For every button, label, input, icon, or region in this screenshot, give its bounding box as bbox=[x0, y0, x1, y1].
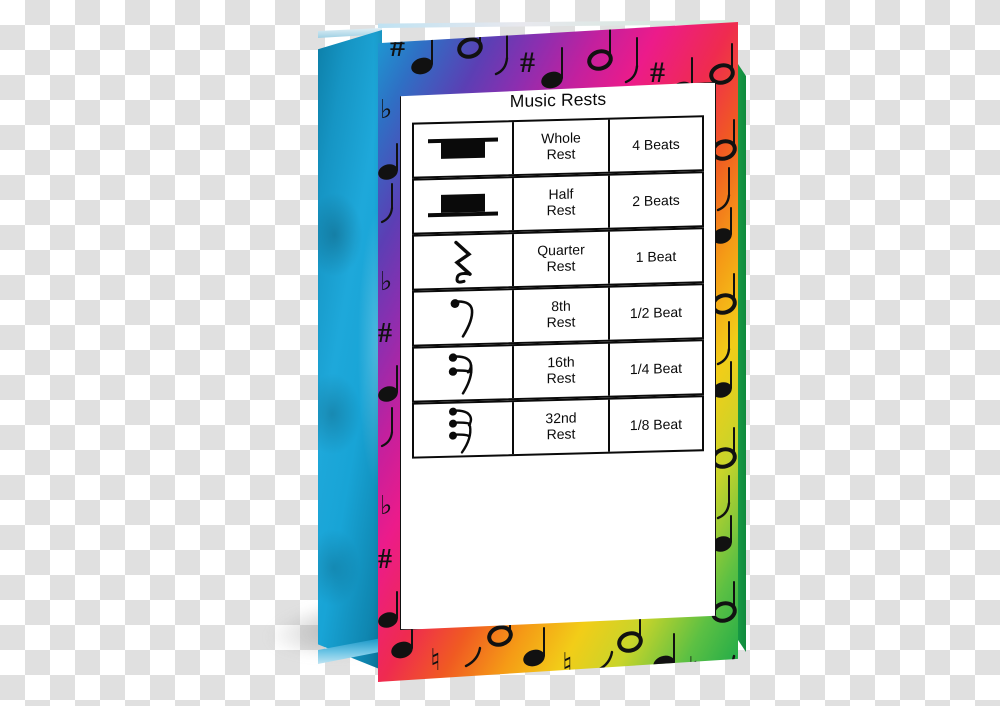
quarter-note-icon bbox=[541, 47, 563, 89]
flat-sign-icon: ♭ bbox=[380, 95, 392, 124]
sharp-sign-icon: # bbox=[520, 46, 535, 79]
canvas-preview-stage: # # # ♭ ♭ # ♭ # ♮ ♮ ♮ Music Rests Whole … bbox=[0, 0, 1000, 706]
quarter-note-icon bbox=[378, 365, 398, 402]
quarter-note-icon bbox=[378, 591, 398, 628]
quarter-note-icon bbox=[523, 627, 545, 667]
svg-text:#: # bbox=[378, 318, 392, 349]
eighth-note-icon bbox=[718, 654, 736, 676]
eighth-note-icon bbox=[716, 167, 731, 212]
svg-text:♮: ♮ bbox=[562, 648, 573, 681]
sharp-sign-icon: # bbox=[378, 318, 392, 349]
flat-sign-icon: ♭ bbox=[380, 491, 392, 520]
eighth-note-icon bbox=[716, 321, 731, 366]
quarter-note-icon bbox=[653, 633, 675, 673]
sharp-sign-icon: # bbox=[378, 544, 392, 575]
canvas-left-side-edge bbox=[318, 30, 382, 670]
eighth-note-icon bbox=[380, 183, 394, 224]
canvas-front-face: # # # ♭ ♭ # ♭ # ♮ ♮ ♮ bbox=[378, 22, 738, 682]
svg-text:#: # bbox=[390, 30, 405, 63]
music-rests-canvas-artwork: # # # ♭ ♭ # ♭ # ♮ ♮ ♮ Music Rests Whole … bbox=[0, 0, 1000, 706]
eighth-note-icon bbox=[464, 646, 482, 668]
svg-text:♮: ♮ bbox=[430, 644, 441, 677]
half-note-icon bbox=[587, 29, 613, 71]
eighth-note-icon bbox=[624, 37, 639, 84]
natural-sign-icon: ♮ bbox=[430, 644, 441, 677]
flat-sign-icon: ♭ bbox=[380, 267, 392, 296]
poster-white-area bbox=[400, 82, 716, 630]
eighth-note-icon bbox=[494, 29, 509, 76]
half-note-icon bbox=[709, 43, 735, 85]
natural-sign-icon: ♮ bbox=[688, 652, 699, 682]
eighth-note-icon bbox=[380, 407, 394, 448]
quarter-note-icon bbox=[378, 143, 398, 180]
natural-sign-icon: ♮ bbox=[562, 648, 573, 681]
sharp-sign-icon: # bbox=[650, 56, 665, 89]
quarter-note-icon bbox=[411, 33, 433, 75]
eighth-note-icon bbox=[596, 650, 614, 672]
svg-text:#: # bbox=[520, 46, 535, 79]
svg-text:♭: ♭ bbox=[380, 491, 392, 520]
svg-text:♭: ♭ bbox=[380, 267, 392, 296]
svg-text:#: # bbox=[378, 544, 392, 575]
svg-text:♮: ♮ bbox=[688, 652, 699, 682]
half-note-icon bbox=[457, 22, 483, 59]
svg-text:♭: ♭ bbox=[380, 95, 392, 124]
eighth-note-icon bbox=[716, 475, 731, 520]
svg-text:#: # bbox=[650, 56, 665, 89]
sharp-sign-icon: # bbox=[390, 30, 405, 63]
